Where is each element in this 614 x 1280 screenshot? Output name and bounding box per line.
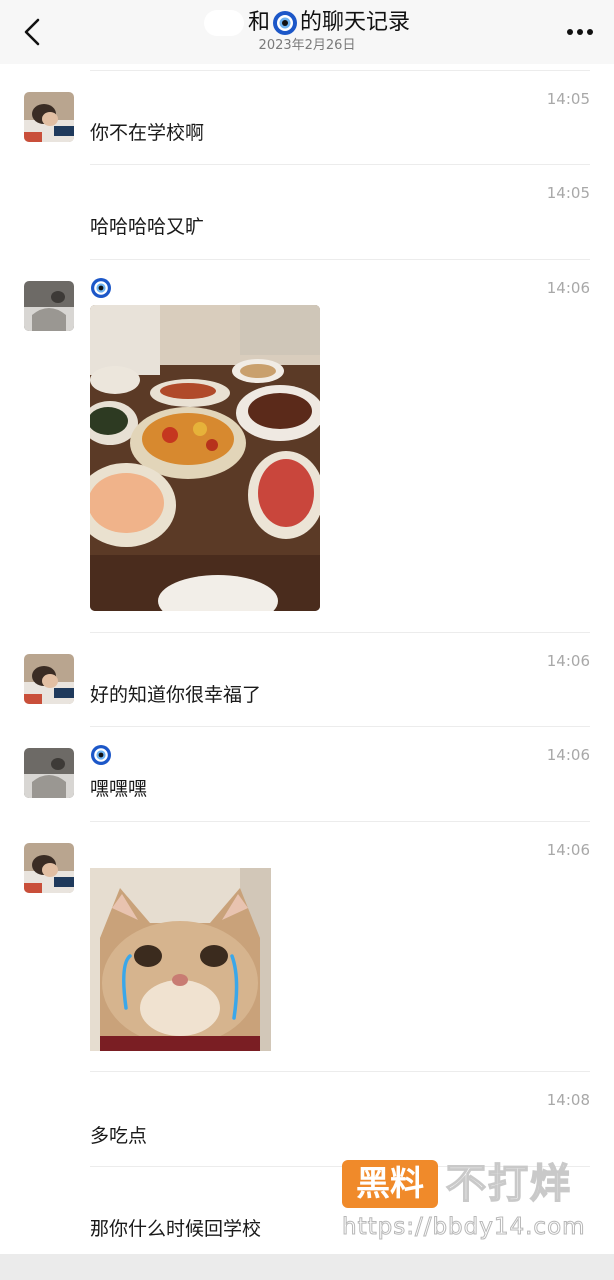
message-time: 14:06 [546,279,590,297]
message-time: 14:08 [546,1091,590,1109]
avatar-other[interactable] [24,281,74,331]
message-time: 14:06 [546,841,590,859]
evil-eye-icon [273,11,297,35]
message-text[interactable]: 嘿嘿嘿 [90,774,147,801]
evil-eye-icon [91,278,111,298]
food-table-photo[interactable] [90,305,320,611]
chat-history-header: 和 的聊天记录 2023年2月26日 [0,0,614,64]
page-title: 和 的聊天记录 [0,8,614,38]
message-text[interactable]: 多吃点 [90,1121,147,1148]
message-text[interactable]: 那你什么时候回学校 [90,1214,261,1241]
watermark-logo: 黑料 [342,1160,438,1208]
divider [90,259,590,260]
divider [90,164,590,165]
watermark-name: 不打烊 [445,1160,572,1208]
more-dots-icon[interactable] [566,24,594,40]
crying-cat-sticker[interactable] [90,868,271,1051]
watermark-url: https://bbdy14.com [342,1214,586,1241]
avatar-self[interactable] [24,654,74,704]
message-time: 14:05 [546,184,590,202]
avatar-other[interactable] [24,748,74,798]
title-suffix: 的聊天记录 [300,10,411,35]
message-text[interactable]: 哈哈哈哈又旷 [90,212,204,239]
message-time: 14:06 [546,746,590,764]
divider [90,821,590,822]
chat-date: 2023年2月26日 [258,38,356,53]
message-text[interactable]: 你不在学校啊 [90,118,204,145]
obscured-name [203,10,244,36]
avatar-self[interactable] [24,92,74,142]
evil-eye-icon [91,745,111,765]
chat-history-list[interactable]: 14:05 你不在学校啊 14:05 哈哈哈哈又旷 14:06 14:06 好的… [0,64,614,1254]
divider [90,1071,590,1072]
avatar-self[interactable] [24,843,74,893]
message-text[interactable]: 好的知道你很幸福了 [90,680,261,707]
divider [90,726,590,727]
message-time: 14:05 [546,90,590,108]
header-title-block: 和 的聊天记录 2023年2月26日 [0,8,614,54]
bottom-bar [0,1254,614,1280]
divider [90,632,590,633]
watermark: 黑料 不打烊 https://bbdy14.com [342,1158,602,1248]
divider [90,70,590,71]
message-time: 14:06 [546,652,590,670]
title-prefix: 和 [247,10,270,35]
